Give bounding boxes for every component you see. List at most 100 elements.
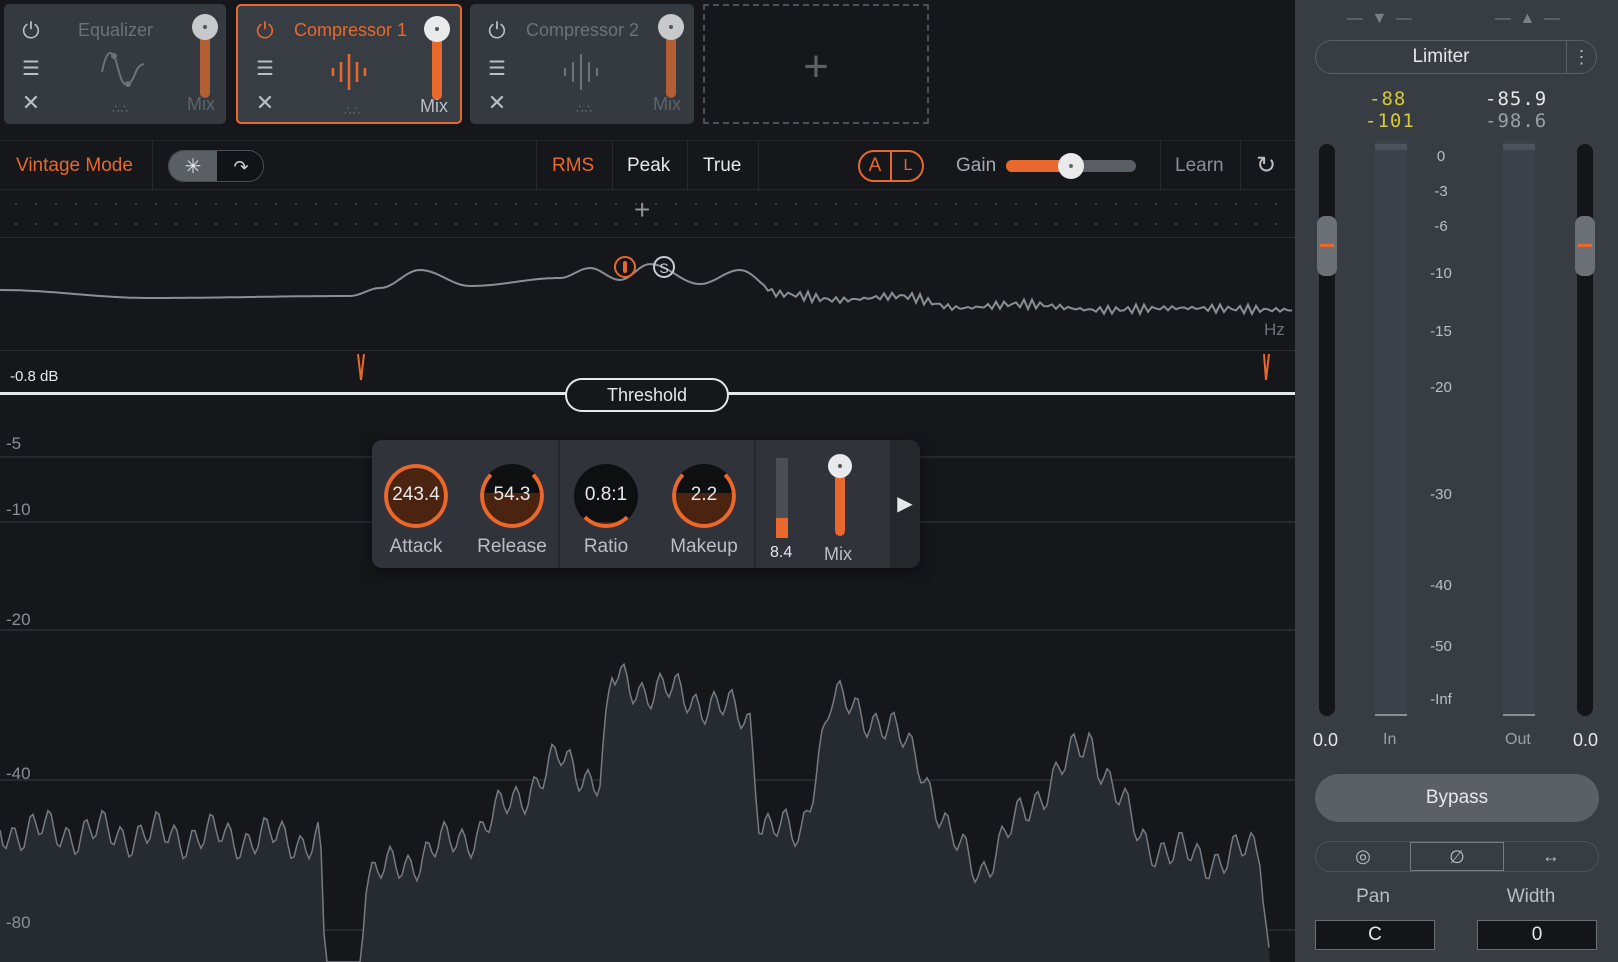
plus-icon: + (803, 42, 829, 91)
learn-button[interactable]: Learn (1175, 155, 1224, 177)
axis-label: -20 (6, 610, 31, 629)
meter-scale-label: -40 (1430, 577, 1452, 594)
mode-toggle[interactable]: ✳ ↷ (168, 150, 264, 182)
divider (0, 350, 1295, 351)
width-field[interactable]: 0 (1477, 920, 1597, 950)
low-freq-handle[interactable] (357, 353, 365, 381)
output-collapse-icon[interactable]: — ▲ — (1495, 10, 1562, 28)
module-title: Compressor 2 (526, 20, 640, 40)
input-peak-value: -88 (1369, 88, 1407, 110)
gain-reduction-meter (776, 458, 788, 538)
module-compressor-1[interactable]: ⏻ ☰ ✕ Compressor 1 ∴∴ Mix (236, 4, 462, 124)
mix-label: Mix (824, 544, 852, 564)
output-level-meter (1503, 140, 1535, 716)
pan-label: Pan (1356, 886, 1390, 907)
input-rms-value: -101 (1365, 110, 1415, 132)
mode-true-button[interactable]: True (703, 155, 741, 177)
sidechain-spectrum: S (0, 256, 1293, 317)
analog-mode-icon[interactable]: ↷ (217, 151, 263, 181)
more-options-icon[interactable]: ⋮ (1566, 41, 1596, 73)
expand-arrow-icon[interactable]: ▶ (890, 440, 920, 568)
gain-reduction-value: 8.4 (770, 544, 793, 561)
power-icon[interactable]: ⏻ (484, 18, 510, 44)
reset-icon[interactable]: ↻ (1256, 151, 1276, 180)
module-compressor-2[interactable]: ⏻ ☰ ✕ Compressor 2 ∴∴ Mix (470, 4, 694, 124)
compressor-mix-slider[interactable] (827, 454, 853, 536)
mix-label: Mix (653, 94, 681, 114)
compressor-controls: 243.4 Attack 54.3 Release 0.8:1 Ratio 2.… (372, 440, 920, 568)
drag-grip-icon[interactable]: ∴∴ (112, 102, 129, 116)
list-icon[interactable]: ☰ (252, 56, 278, 82)
add-band-icon[interactable]: + (634, 194, 650, 226)
adaptive-release-toggle[interactable]: A L (858, 150, 924, 182)
meter-scale-label: -20 (1430, 379, 1452, 396)
meter-scale-label: -3 (1434, 183, 1448, 200)
output-gain-value[interactable]: 0.0 (1573, 730, 1598, 751)
power-icon[interactable]: ⏻ (18, 18, 44, 44)
meter-scale-label: -10 (1430, 265, 1452, 282)
bypass-button[interactable]: Bypass (1315, 774, 1599, 822)
input-fader-handle[interactable] (1317, 216, 1337, 276)
divider (152, 141, 153, 191)
compressor-toolbar: Vintage Mode ✳ ↷ RMS Peak True A L Gain … (0, 140, 1295, 191)
ratio-knob[interactable]: 0.8:1 (574, 464, 638, 528)
input-level-meter (1375, 140, 1407, 716)
output-gain-fader[interactable] (1575, 144, 1595, 716)
gain-slider-handle[interactable] (1058, 153, 1084, 179)
module-mix-slider[interactable] (192, 14, 218, 98)
list-icon[interactable]: ☰ (484, 56, 510, 82)
divider (536, 141, 537, 191)
spectrum-fill (0, 664, 1270, 962)
drag-grip-icon[interactable]: ∴∴ (344, 104, 361, 118)
output-rms-value: -98.6 (1485, 110, 1548, 132)
knee-button[interactable]: L (893, 152, 923, 180)
meter-scale-label: -50 (1430, 638, 1452, 655)
close-icon[interactable]: ✕ (484, 90, 510, 116)
mode-rms-button[interactable]: RMS (552, 155, 594, 177)
phase-invert-icon[interactable]: ∅ (1410, 842, 1504, 871)
eq-curve-icon (101, 52, 145, 87)
input-collapse-icon[interactable]: — ▼ — (1347, 10, 1414, 28)
close-icon[interactable]: ✕ (18, 90, 44, 116)
digital-mode-icon[interactable]: ✳ (169, 151, 217, 181)
vintage-mode-button[interactable]: Vintage Mode (16, 155, 133, 177)
attack-knob[interactable]: 243.4 (384, 464, 448, 528)
swap-channels-icon[interactable]: ↔ (1504, 842, 1598, 871)
close-icon[interactable]: ✕ (252, 90, 278, 116)
divider (1160, 141, 1161, 191)
makeup-label: Makeup (670, 536, 738, 557)
meter-scale-label: -6 (1434, 218, 1448, 235)
mono-icon[interactable]: ◎ (1316, 842, 1410, 871)
divider (612, 141, 613, 191)
input-gain-value[interactable]: 0.0 (1313, 730, 1338, 751)
output-label: Out (1505, 731, 1531, 748)
release-knob[interactable]: 54.3 (480, 464, 544, 528)
list-icon[interactable]: ☰ (18, 56, 44, 82)
pan-field[interactable]: C (1315, 920, 1435, 950)
adaptive-button[interactable]: A (860, 152, 892, 180)
module-mix-slider[interactable] (658, 14, 684, 98)
drag-grip-icon[interactable]: ∴∴ (576, 102, 593, 116)
module-mix-slider[interactable] (424, 16, 450, 100)
band-split-row[interactable]: + (0, 190, 1295, 238)
compressor-waveform-icon (331, 54, 367, 90)
add-module-slot[interactable]: + (703, 4, 929, 124)
output-fader-handle[interactable] (1575, 216, 1595, 276)
stereo-controls: ◎ ∅ ↔ (1315, 841, 1599, 872)
makeup-knob[interactable]: 2.2 (672, 464, 736, 528)
divider (687, 141, 688, 191)
power-icon[interactable]: ⏻ (252, 18, 278, 44)
output-panel: — ▼ — — ▲ — Limiter ⋮ -88 -101 -85.9 -98… (1295, 0, 1618, 962)
module-equalizer[interactable]: ⏻ ☰ ✕ Equalizer ∴∴ Mix (4, 4, 226, 124)
high-freq-handle[interactable] (1263, 353, 1270, 381)
ratio-label: Ratio (583, 536, 629, 557)
gain-slider[interactable] (1006, 153, 1136, 179)
limiter-selector[interactable]: Limiter ⋮ (1315, 40, 1597, 74)
axis-label: -80 (6, 913, 31, 932)
meter-scale-label: -30 (1430, 486, 1452, 503)
input-label: In (1383, 731, 1397, 748)
mode-peak-button[interactable]: Peak (627, 155, 670, 177)
divider (758, 141, 759, 191)
divider (754, 440, 756, 568)
input-gain-fader[interactable] (1317, 144, 1337, 716)
